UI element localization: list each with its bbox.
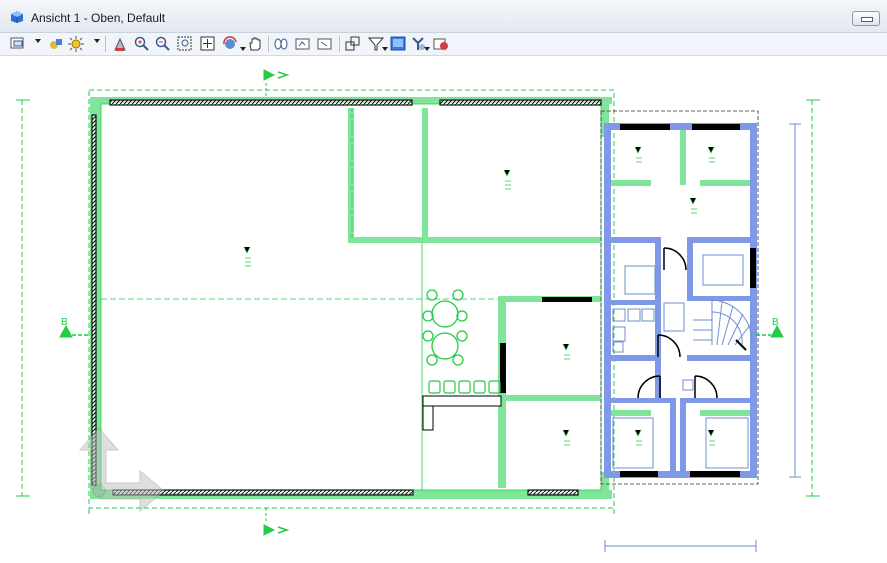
spiral-stair [693, 299, 753, 351]
kitchen-counter [422, 395, 502, 431]
view-attributes-icon[interactable] [9, 35, 27, 53]
annex-dimension [604, 123, 801, 552]
dimension-ticks [16, 99, 820, 514]
dropdown-icon[interactable] [94, 39, 100, 43]
fit-view-icon[interactable] [199, 35, 217, 53]
dropdown-icon[interactable] [35, 39, 41, 43]
window-title: Ansicht 1 - Oben, Default [31, 11, 166, 25]
window-area-icon[interactable] [176, 35, 194, 53]
view-toolbar [0, 33, 887, 56]
camera-icon[interactable] [111, 35, 129, 53]
section-marker-right [756, 324, 784, 338]
toolbar-separator [339, 36, 340, 52]
dining-table [422, 289, 468, 366]
black-wall-segments [500, 297, 592, 393]
clip-volume-icon[interactable] [344, 35, 362, 53]
copy-view-icon[interactable] [294, 35, 312, 53]
render-icon[interactable] [67, 35, 85, 53]
rotate-view-icon[interactable] [222, 35, 240, 53]
zoom-out-icon[interactable] [154, 35, 172, 53]
app-cube-icon [11, 11, 23, 23]
title-bar: Ansicht 1 - Oben, Default [0, 0, 887, 33]
section-marker-bottom [263, 508, 290, 536]
annex-interior-walls [611, 130, 750, 416]
section-label-left: B [61, 317, 68, 328]
dropdown-icon[interactable] [424, 47, 430, 51]
room-label-marks [243, 169, 570, 446]
thin-lines [101, 108, 498, 490]
dropdown-icon[interactable] [382, 47, 388, 51]
drawing-canvas[interactable]: B B [0, 56, 887, 563]
display-style-icon[interactable] [47, 35, 65, 53]
section-label-right: B [772, 317, 779, 328]
counter-stools [428, 380, 501, 394]
pan-icon[interactable] [246, 35, 264, 53]
view-display-icon[interactable] [389, 35, 407, 53]
toggle-view-icon[interactable] [432, 35, 450, 53]
toolbar-separator [268, 36, 269, 52]
toolbar-separator [105, 36, 106, 52]
zoom-in-icon[interactable] [133, 35, 151, 53]
walk-icon[interactable] [272, 35, 290, 53]
minimize-button[interactable] [852, 11, 880, 26]
section-marker-top [263, 69, 290, 96]
previous-view-icon[interactable] [316, 35, 334, 53]
doors [637, 247, 718, 399]
